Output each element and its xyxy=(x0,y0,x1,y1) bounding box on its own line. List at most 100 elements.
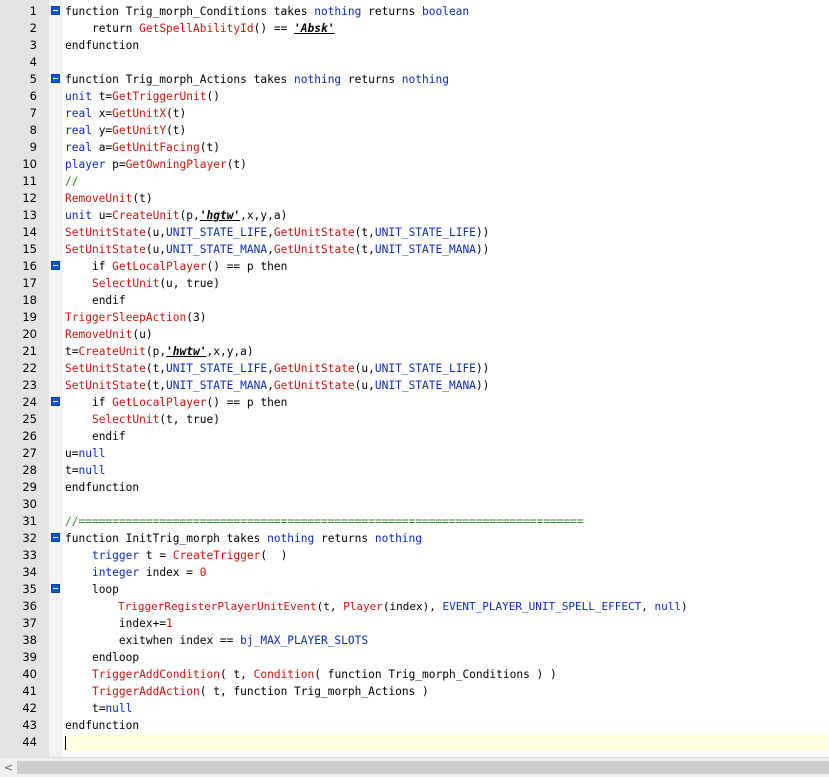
code-token: null xyxy=(105,702,133,715)
code-line[interactable]: 5 function Trig_morph_Actions takes nothi… xyxy=(0,71,829,88)
code-text[interactable]: RemoveUnit(t) xyxy=(65,190,153,207)
code-line[interactable]: 21 t=CreateUnit(p,'hwtw',x,y,a) xyxy=(0,343,829,360)
code-text[interactable]: t=null xyxy=(65,700,132,717)
code-line[interactable]: 18 endif xyxy=(0,292,829,309)
code-line[interactable]: 3 endfunction xyxy=(0,37,829,54)
code-line[interactable]: 31 //====================================… xyxy=(0,513,829,530)
code-line[interactable]: 38 exitwhen index == bj_MAX_PLAYER_SLOTS xyxy=(0,632,829,649)
code-line[interactable]: 9 real a=GetUnitFacing(t) xyxy=(0,139,829,156)
code-line[interactable]: 29 endfunction xyxy=(0,479,829,496)
code-token: ( ) xyxy=(260,549,288,562)
code-text[interactable]: endif xyxy=(65,292,126,309)
code-text[interactable]: t=CreateUnit(p,'hwtw',x,y,a) xyxy=(65,343,254,360)
code-line[interactable]: 27 u=null xyxy=(0,445,829,462)
code-text[interactable]: TriggerSleepAction(3) xyxy=(65,309,206,326)
code-line[interactable]: 28 t=null xyxy=(0,462,829,479)
code-text[interactable]: function InitTrig_morph takes nothing re… xyxy=(65,530,422,547)
code-line[interactable]: 6 unit t=GetTriggerUnit() xyxy=(0,88,829,105)
code-text[interactable]: TriggerAddCondition( t, Condition( funct… xyxy=(65,666,557,683)
code-editor[interactable]: 1 function Trig_morph_Conditions takes no… xyxy=(0,0,829,757)
code-line[interactable]: 1 function Trig_morph_Conditions takes no… xyxy=(0,3,829,20)
code-text[interactable]: index+=1 xyxy=(65,615,173,632)
code-token: (t) xyxy=(199,141,220,154)
code-text[interactable]: real x=GetUnitX(t) xyxy=(65,105,186,122)
code-line[interactable]: 15 SetUnitState(u,UNIT_STATE_MANA,GetUnit… xyxy=(0,241,829,258)
code-text[interactable]: endfunction xyxy=(65,479,139,496)
code-text[interactable]: function Trig_morph_Actions takes nothin… xyxy=(65,71,449,88)
code-line[interactable]: 13 unit u=CreateUnit(p,'hgtw',x,y,a) xyxy=(0,207,829,224)
code-line[interactable]: 42 t=null xyxy=(0,700,829,717)
code-line[interactable]: 32 function InitTrig_morph takes nothing … xyxy=(0,530,829,547)
code-text[interactable]: trigger t = CreateTrigger( ) xyxy=(65,547,287,564)
code-line[interactable]: 43 endfunction xyxy=(0,717,829,734)
code-text[interactable]: integer index = 0 xyxy=(65,564,207,581)
fold-toggle-icon[interactable] xyxy=(51,397,60,406)
code-text[interactable]: function Trig_morph_Conditions takes not… xyxy=(65,3,469,20)
fold-toggle-icon[interactable] xyxy=(51,533,60,542)
code-text[interactable]: SelectUnit(t, true) xyxy=(65,411,220,428)
code-line[interactable]: 26 endif xyxy=(0,428,829,445)
code-text[interactable]: SetUnitState(u,UNIT_STATE_MANA,GetUnitSt… xyxy=(65,241,489,258)
code-line[interactable]: 8 real y=GetUnitY(t) xyxy=(0,122,829,139)
code-text[interactable]: t=null xyxy=(65,462,105,479)
code-lines[interactable]: 1 function Trig_morph_Conditions takes no… xyxy=(0,3,829,751)
code-text[interactable]: SelectUnit(u, true) xyxy=(65,275,220,292)
code-line[interactable]: 34 integer index = 0 xyxy=(0,564,829,581)
code-text[interactable]: return GetSpellAbilityId() == 'Absk' xyxy=(65,20,335,37)
code-text[interactable] xyxy=(65,734,66,751)
code-text[interactable]: endif xyxy=(65,428,126,445)
code-line[interactable]: 17 SelectUnit(u, true) xyxy=(0,275,829,292)
code-text[interactable]: endloop xyxy=(65,649,139,666)
code-text[interactable]: // xyxy=(65,173,78,190)
code-text[interactable]: if GetLocalPlayer() == p then xyxy=(65,258,287,275)
code-text[interactable]: if GetLocalPlayer() == p then xyxy=(65,394,287,411)
code-line[interactable]: 19 TriggerSleepAction(3) xyxy=(0,309,829,326)
code-text[interactable]: SetUnitState(t,UNIT_STATE_MANA,GetUnitSt… xyxy=(65,377,489,394)
code-line[interactable]: 39 endloop xyxy=(0,649,829,666)
code-line[interactable]: 36 TriggerRegisterPlayerUnitEvent(t, Pla… xyxy=(0,598,829,615)
code-line[interactable]: 10 player p=GetOwningPlayer(t) xyxy=(0,156,829,173)
scroll-left-arrow-icon[interactable]: < xyxy=(0,758,17,777)
code-text[interactable]: RemoveUnit(u) xyxy=(65,326,153,343)
code-line[interactable]: 24 if GetLocalPlayer() == p then xyxy=(0,394,829,411)
code-text[interactable]: unit u=CreateUnit(p,'hgtw',x,y,a) xyxy=(65,207,287,224)
code-text[interactable]: endfunction xyxy=(65,717,139,734)
code-line[interactable]: 37 index+=1 xyxy=(0,615,829,632)
code-text[interactable]: player p=GetOwningPlayer(t) xyxy=(65,156,247,173)
code-text[interactable]: SetUnitState(t,UNIT_STATE_LIFE,GetUnitSt… xyxy=(65,360,489,377)
code-text[interactable]: //======================================… xyxy=(65,513,584,530)
code-line[interactable]: 30 xyxy=(0,496,829,513)
code-text[interactable]: real a=GetUnitFacing(t) xyxy=(65,139,220,156)
code-line[interactable]: 41 TriggerAddAction( t, function Trig_mo… xyxy=(0,683,829,700)
code-line[interactable]: 14 SetUnitState(u,UNIT_STATE_LIFE,GetUnit… xyxy=(0,224,829,241)
code-text[interactable]: SetUnitState(u,UNIT_STATE_LIFE,GetUnitSt… xyxy=(65,224,489,241)
code-text[interactable]: u=null xyxy=(65,445,105,462)
code-line[interactable]: 2 return GetSpellAbilityId() == 'Absk' xyxy=(0,20,829,37)
fold-toggle-icon[interactable] xyxy=(51,261,60,270)
fold-toggle-icon[interactable] xyxy=(51,74,60,83)
code-line[interactable]: 11 // xyxy=(0,173,829,190)
code-text[interactable]: real y=GetUnitY(t) xyxy=(65,122,186,139)
code-line[interactable]: 23 SetUnitState(t,UNIT_STATE_MANA,GetUnit… xyxy=(0,377,829,394)
fold-toggle-icon[interactable] xyxy=(51,6,60,15)
code-line[interactable]: 40 TriggerAddCondition( t, Condition( fu… xyxy=(0,666,829,683)
code-text[interactable]: exitwhen index == bj_MAX_PLAYER_SLOTS xyxy=(65,632,368,649)
fold-toggle-icon[interactable] xyxy=(51,584,60,593)
scrollbar-thumb[interactable] xyxy=(17,761,829,774)
code-text[interactable]: loop xyxy=(65,581,119,598)
code-text[interactable]: TriggerRegisterPlayerUnitEvent(t, Player… xyxy=(65,598,688,615)
code-text[interactable]: TriggerAddAction( t, function Trig_morph… xyxy=(65,683,429,700)
code-text[interactable]: unit t=GetTriggerUnit() xyxy=(65,88,220,105)
code-line[interactable]: 22 SetUnitState(t,UNIT_STATE_LIFE,GetUnit… xyxy=(0,360,829,377)
code-text[interactable]: endfunction xyxy=(65,37,139,54)
code-line[interactable]: 12 RemoveUnit(t) xyxy=(0,190,829,207)
code-line[interactable]: 44 xyxy=(0,734,829,751)
code-line[interactable]: 16 if GetLocalPlayer() == p then xyxy=(0,258,829,275)
code-line[interactable]: 35 loop xyxy=(0,581,829,598)
horizontal-scrollbar[interactable]: < xyxy=(0,757,829,777)
code-line[interactable]: 33 trigger t = CreateTrigger( ) xyxy=(0,547,829,564)
code-line[interactable]: 25 SelectUnit(t, true) xyxy=(0,411,829,428)
code-line[interactable]: 20 RemoveUnit(u) xyxy=(0,326,829,343)
code-line[interactable]: 7 real x=GetUnitX(t) xyxy=(0,105,829,122)
code-line[interactable]: 4 xyxy=(0,54,829,71)
